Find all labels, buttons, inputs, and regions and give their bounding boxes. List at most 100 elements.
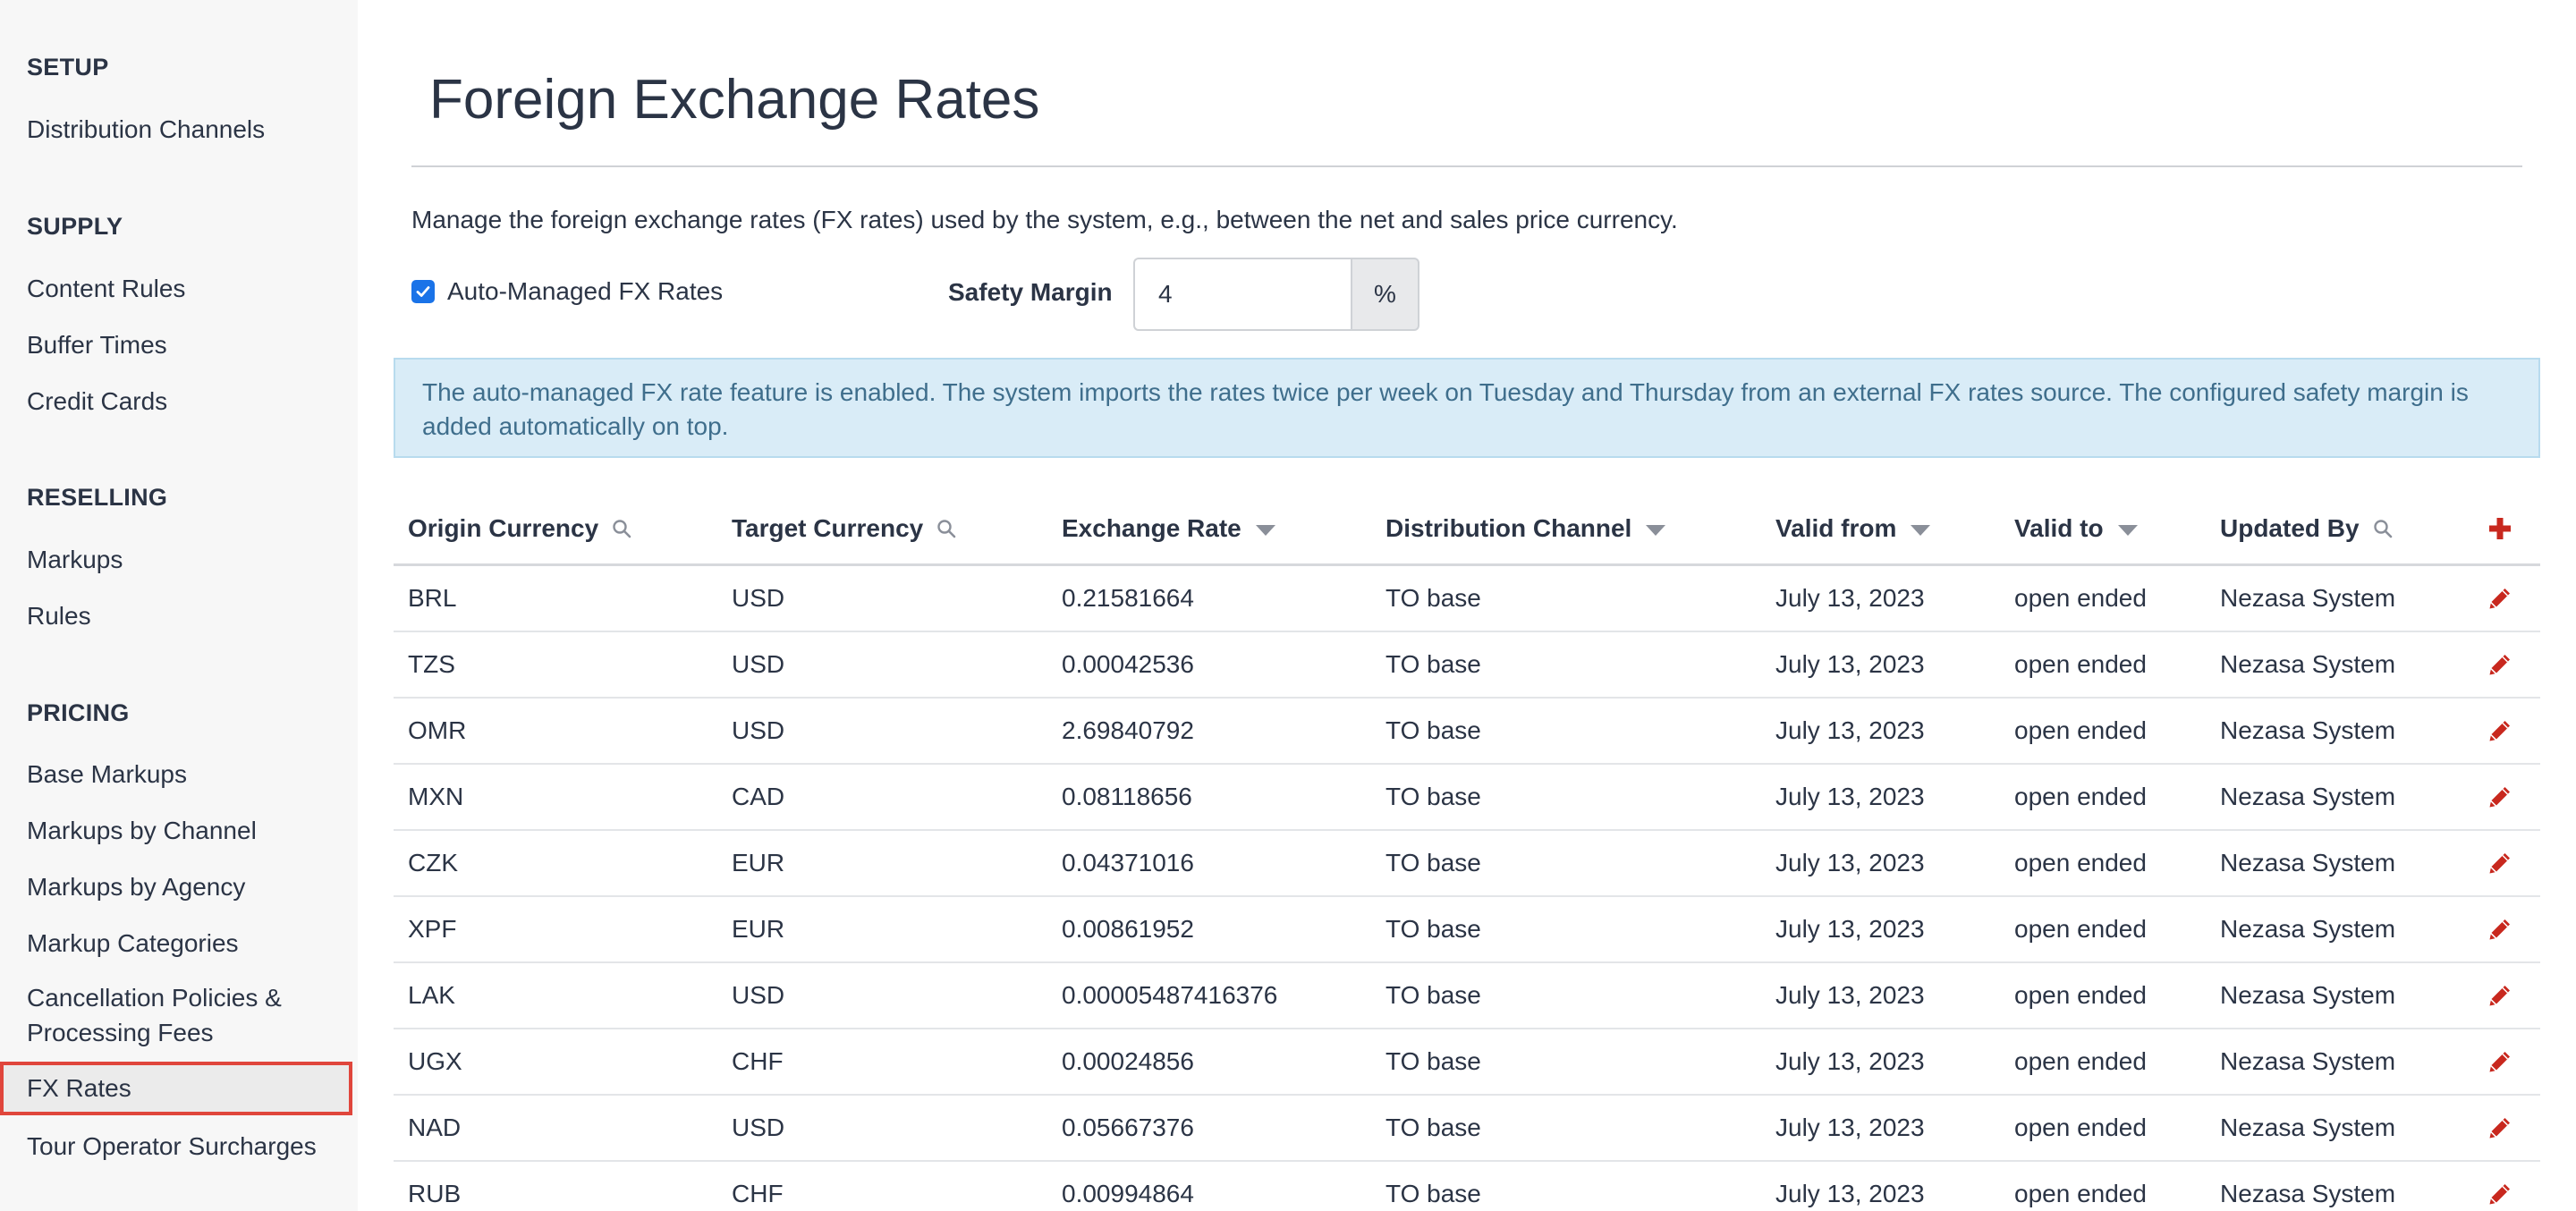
sidebar-item-cancellation-policies[interactable]: Cancellation Policies & Processing Fees xyxy=(27,980,349,1050)
col-distribution-channel-label: Distribution Channel xyxy=(1385,514,1632,542)
cell-valid-to: open ended xyxy=(2014,1047,2147,1075)
edit-row-button[interactable] xyxy=(2484,765,2516,829)
pencil-icon[interactable] xyxy=(2484,566,2516,631)
edit-row-button[interactable] xyxy=(2484,1029,2516,1094)
cell-updated-by: Nezasa System xyxy=(2220,716,2396,744)
sidebar-item-fx-rates[interactable]: FX Rates xyxy=(0,1062,352,1115)
pencil-icon[interactable] xyxy=(2484,897,2516,961)
sidebar-item-credit-cards[interactable]: Credit Cards xyxy=(27,384,349,419)
pencil-icon[interactable] xyxy=(2484,1029,2516,1094)
sidebar-item-distribution-channels[interactable]: Distribution Channels xyxy=(27,112,349,147)
cell-valid-to: open ended xyxy=(2014,650,2147,678)
auto-managed-label: Auto-Managed FX Rates xyxy=(447,277,724,305)
table-row: CZK EUR 0.04371016 TO base July 13, 2023 open… xyxy=(394,831,2540,897)
cell-origin-currency: LAK xyxy=(408,981,455,1009)
cell-exchange-rate: 0.00042536 xyxy=(1062,650,1194,678)
cell-target-currency: USD xyxy=(732,981,785,1009)
edit-row-button[interactable] xyxy=(2484,831,2516,895)
sidebar-item-base-markups[interactable]: Base Markups xyxy=(27,757,349,792)
title-divider xyxy=(411,165,2522,167)
cell-origin-currency: NAD xyxy=(408,1114,462,1141)
sidebar-item-content-rules[interactable]: Content Rules xyxy=(27,271,349,306)
plus-icon[interactable] xyxy=(2484,494,2516,563)
add-rate-button[interactable] xyxy=(2484,494,2516,563)
pencil-icon[interactable] xyxy=(2484,632,2516,697)
cell-distribution-channel: TO base xyxy=(1385,1180,1481,1207)
cell-updated-by: Nezasa System xyxy=(2220,1047,2396,1075)
pencil-icon[interactable] xyxy=(2484,1162,2516,1211)
col-target-currency-label: Target Currency xyxy=(732,514,924,542)
cell-origin-currency: OMR xyxy=(408,716,467,744)
cell-valid-to: open ended xyxy=(2014,1180,2147,1207)
search-icon[interactable] xyxy=(611,518,632,539)
table-body: BRL USD 0.21581664 TO base July 13, 2023 open… xyxy=(394,566,2540,1211)
sidebar-item-buffer-times[interactable]: Buffer Times xyxy=(27,327,349,362)
search-icon[interactable] xyxy=(2372,518,2394,539)
cell-updated-by: Nezasa System xyxy=(2220,783,2396,810)
pencil-icon[interactable] xyxy=(2484,699,2516,763)
table-row: TZS USD 0.00042536 TO base July 13, 2023 open… xyxy=(394,632,2540,699)
edit-row-button[interactable] xyxy=(2484,566,2516,631)
cell-valid-from: July 13, 2023 xyxy=(1775,650,1925,678)
cell-valid-from: July 13, 2023 xyxy=(1775,1047,1925,1075)
pencil-icon[interactable] xyxy=(2484,963,2516,1028)
cell-target-currency: EUR xyxy=(732,849,785,876)
cell-origin-currency: UGX xyxy=(408,1047,462,1075)
cell-exchange-rate: 2.69840792 xyxy=(1062,716,1194,744)
pencil-icon[interactable] xyxy=(2484,831,2516,895)
pencil-icon[interactable] xyxy=(2484,765,2516,829)
col-origin-currency: Origin Currency xyxy=(408,494,632,563)
fx-rates-table: Origin Currency Target Currency Exchange… xyxy=(394,494,2540,1211)
cell-exchange-rate: 0.04371016 xyxy=(1062,849,1194,876)
sidebar-heading-setup: SETUP xyxy=(27,54,109,80)
cell-origin-currency: TZS xyxy=(408,650,455,678)
cell-target-currency: CHF xyxy=(732,1047,784,1075)
safety-margin-unit: % xyxy=(1351,258,1419,331)
cell-exchange-rate: 0.08118656 xyxy=(1062,783,1192,810)
cell-valid-from: July 13, 2023 xyxy=(1775,1114,1925,1141)
safety-margin-group: % xyxy=(1133,258,1419,331)
cell-updated-by: Nezasa System xyxy=(2220,915,2396,943)
search-icon[interactable] xyxy=(936,518,957,539)
sidebar: SETUP Distribution Channels SUPPLY Conte… xyxy=(0,0,358,1211)
cell-valid-to: open ended xyxy=(2014,783,2147,810)
sidebar-item-markups[interactable]: Markups xyxy=(27,542,349,577)
edit-row-button[interactable] xyxy=(2484,897,2516,961)
sidebar-item-markups-by-agency[interactable]: Markups by Agency xyxy=(27,869,349,904)
sidebar-item-rules[interactable]: Rules xyxy=(27,598,349,633)
cell-target-currency: USD xyxy=(732,650,785,678)
cell-distribution-channel: TO base xyxy=(1385,981,1481,1009)
safety-margin-input[interactable] xyxy=(1133,258,1351,331)
sidebar-item-tour-operator-surcharges[interactable]: Tour Operator Surcharges xyxy=(27,1129,349,1164)
cell-origin-currency: CZK xyxy=(408,849,458,876)
auto-managed-checkbox[interactable] xyxy=(411,280,435,303)
edit-row-button[interactable] xyxy=(2484,632,2516,697)
sidebar-item-markup-categories[interactable]: Markup Categories xyxy=(27,926,349,961)
cell-distribution-channel: TO base xyxy=(1385,716,1481,744)
col-updated-by: Updated By xyxy=(2220,494,2394,563)
table-row: LAK USD 0.00005487416376 TO base July 13, 20… xyxy=(394,963,2540,1029)
auto-managed-toggle[interactable]: Auto-Managed FX Rates xyxy=(411,277,723,306)
sidebar-item-markups-by-channel[interactable]: Markups by Channel xyxy=(27,813,349,848)
sort-down-icon[interactable] xyxy=(1646,525,1666,536)
cell-valid-to: open ended xyxy=(2014,716,2147,744)
cell-origin-currency: RUB xyxy=(408,1180,462,1207)
cell-valid-from: July 13, 2023 xyxy=(1775,584,1925,612)
pencil-icon[interactable] xyxy=(2484,1096,2516,1160)
table-row: BRL USD 0.21581664 TO base July 13, 2023 open… xyxy=(394,566,2540,632)
edit-row-button[interactable] xyxy=(2484,1096,2516,1160)
sort-down-icon[interactable] xyxy=(1255,525,1275,536)
cell-distribution-channel: TO base xyxy=(1385,650,1481,678)
cell-valid-from: July 13, 2023 xyxy=(1775,981,1925,1009)
cell-distribution-channel: TO base xyxy=(1385,1047,1481,1075)
cell-origin-currency: XPF xyxy=(408,915,457,943)
table-row: UGX CHF 0.00024856 TO base July 13, 2023 open… xyxy=(394,1029,2540,1096)
edit-row-button[interactable] xyxy=(2484,963,2516,1028)
cell-distribution-channel: TO base xyxy=(1385,783,1481,810)
cell-distribution-channel: TO base xyxy=(1385,849,1481,876)
sort-down-icon[interactable] xyxy=(1911,525,1931,536)
cell-origin-currency: BRL xyxy=(408,584,457,612)
edit-row-button[interactable] xyxy=(2484,1162,2516,1211)
edit-row-button[interactable] xyxy=(2484,699,2516,763)
sort-down-icon[interactable] xyxy=(2117,525,2138,536)
